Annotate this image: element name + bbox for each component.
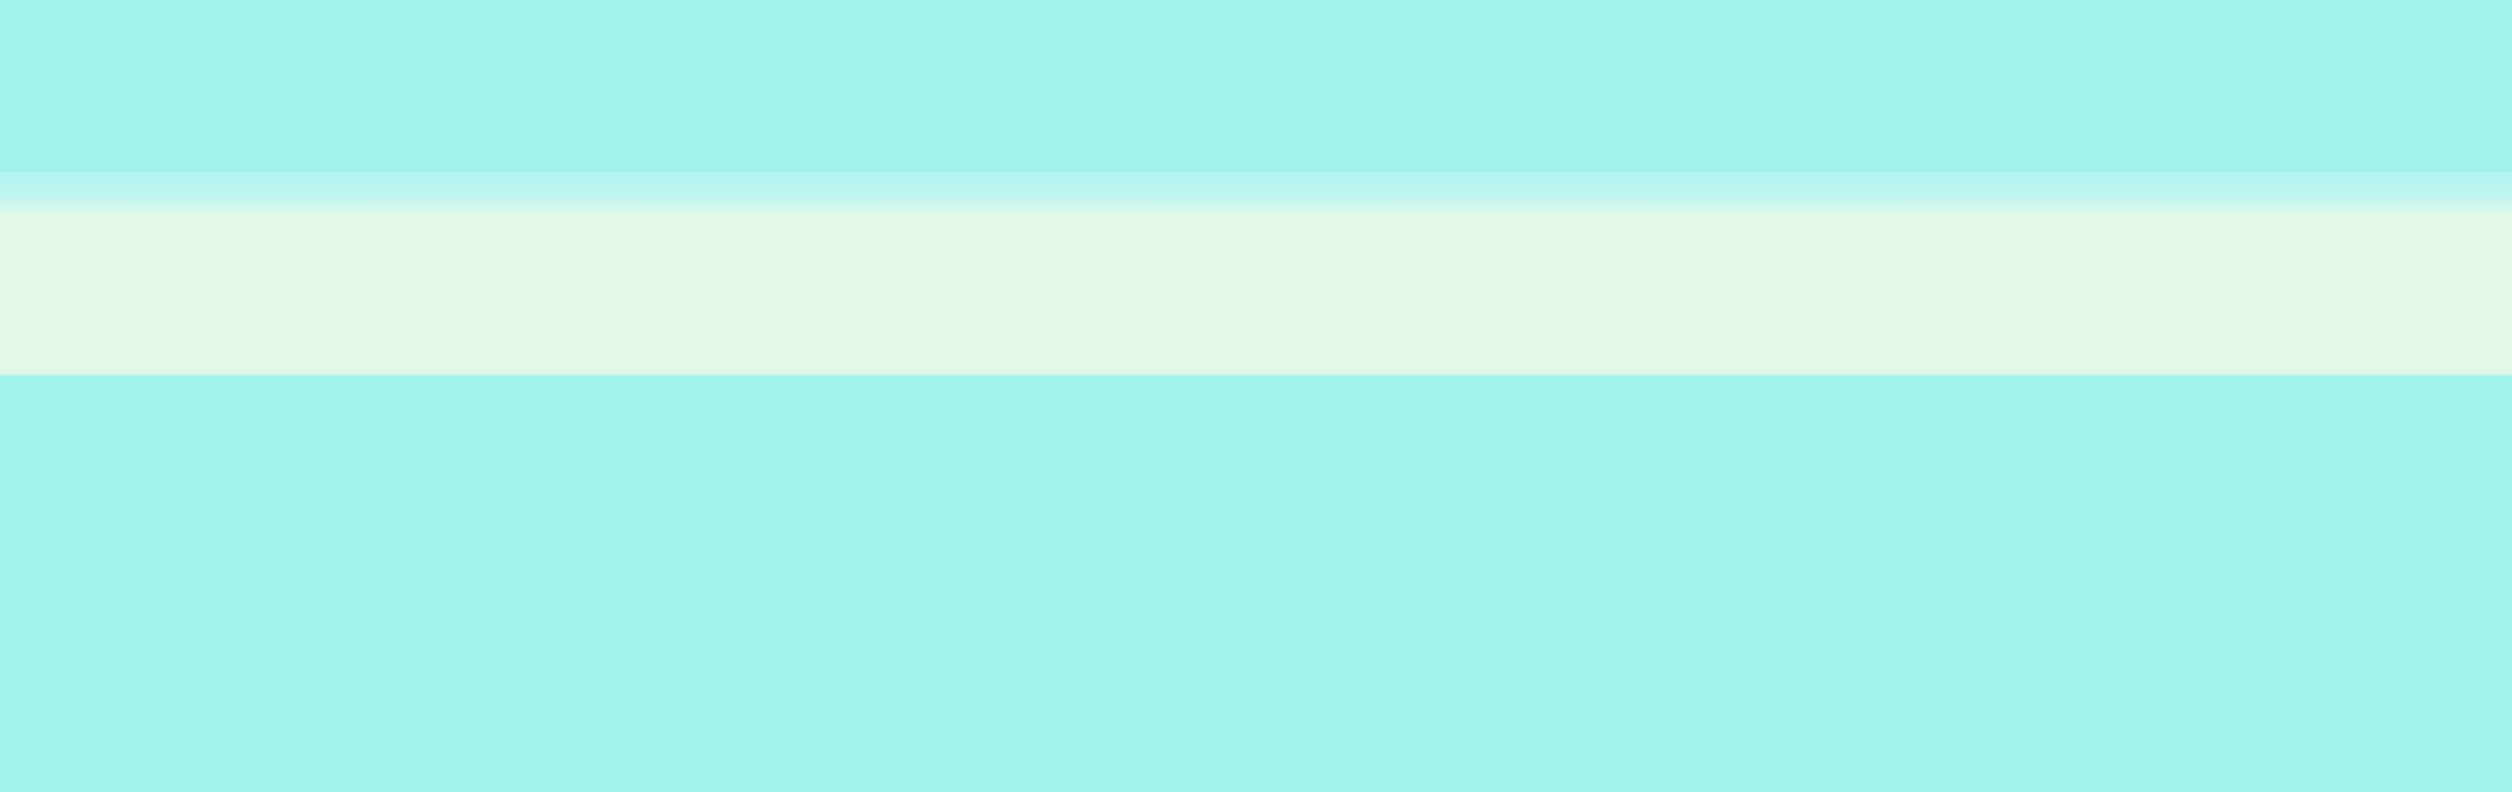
glow-divider xyxy=(0,172,2512,212)
lower-area xyxy=(0,376,2512,792)
page-background xyxy=(0,0,2512,792)
mint-strip xyxy=(0,212,2512,374)
top-band xyxy=(0,0,2512,172)
